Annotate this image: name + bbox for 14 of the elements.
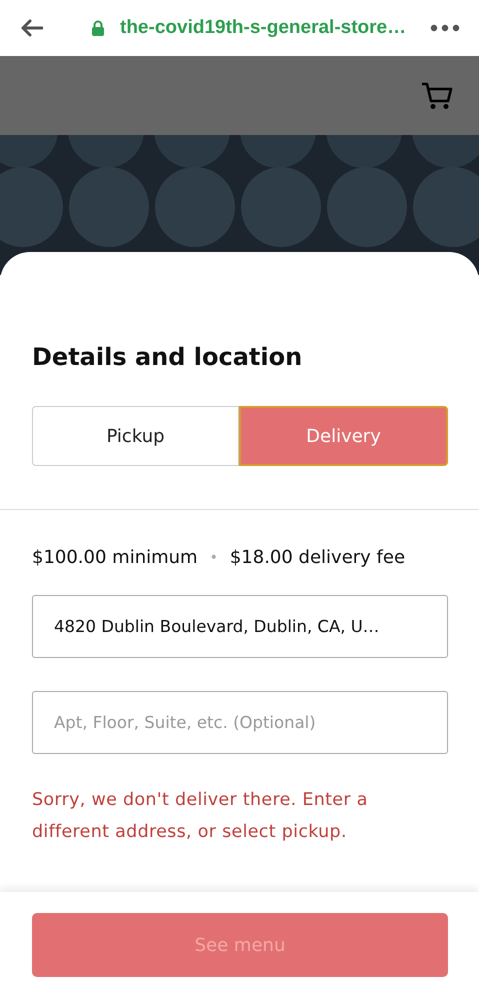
apt-field[interactable]: Apt, Floor, Suite, etc. (Optional) [32, 691, 448, 754]
delivery-fee-text: $18.00 delivery fee [230, 547, 406, 568]
separator-dot: • [210, 550, 218, 566]
cart-icon[interactable] [421, 82, 453, 110]
minimum-text: $100.00 minimum [32, 547, 198, 568]
fulfillment-tab[interactable]: Delivery [239, 406, 448, 466]
error-message: Sorry, we don't deliver there. Enter a different address, or select pickup. [32, 789, 369, 844]
lock-icon [91, 20, 105, 36]
back-icon[interactable] [21, 19, 43, 37]
address-field[interactable]: 4820 Dublin Boulevard, Dublin, CA, U… [32, 595, 448, 658]
url-text[interactable]: the-covid19th-s-general-store… [120, 17, 406, 39]
more-options-icon[interactable] [430, 24, 460, 32]
section-title: Details and location [32, 342, 304, 372]
fulfillment-tab[interactable]: Pickup [32, 406, 239, 466]
